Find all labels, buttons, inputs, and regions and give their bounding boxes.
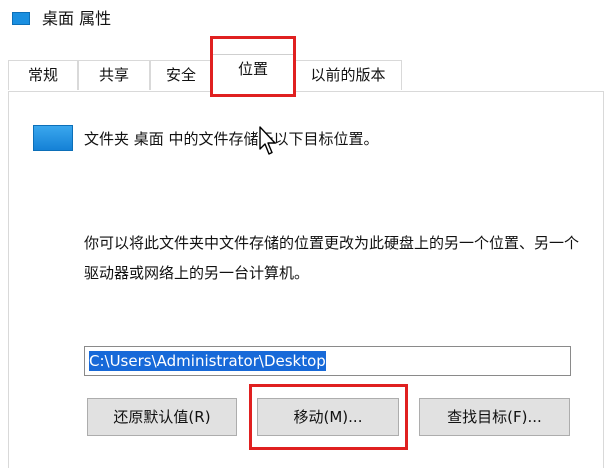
tab-sharing[interactable]: 共享 — [78, 60, 150, 90]
target-path-value: C:\Users\Administrator\Desktop — [89, 351, 326, 371]
tab-general[interactable]: 常规 — [8, 60, 78, 90]
properties-window: 桌面 属性 常规 共享 安全 位置 以前的版本 文件夹 桌面 中的文件存储于以下… — [0, 0, 609, 468]
tab-previous-versions[interactable]: 以前的版本 — [294, 60, 402, 90]
desktop-folder-icon — [12, 12, 30, 25]
desktop-folder-icon — [33, 125, 73, 151]
tab-security[interactable]: 安全 — [150, 60, 212, 90]
location-info-text: 文件夹 桌面 中的文件存储于以下目标位置。 — [84, 130, 379, 148]
mouse-pointer-icon — [259, 126, 276, 155]
find-target-button[interactable]: 查找目标(F)... — [419, 398, 570, 436]
location-description: 你可以将此文件夹中文件存储的位置更改为此硬盘上的另一个位置、另一个驱动器或网络上… — [84, 234, 580, 282]
tab-location[interactable]: 位置 — [212, 54, 294, 92]
tab-bar: 常规 共享 安全 位置 以前的版本 — [0, 52, 609, 92]
restore-default-button[interactable]: 还原默认值(R) — [87, 398, 237, 436]
window-title: 桌面 属性 — [42, 9, 112, 28]
title-bar: 桌面 属性 — [0, 0, 609, 40]
move-button[interactable]: 移动(M)... — [257, 398, 399, 436]
target-path-field[interactable]: C:\Users\Administrator\Desktop — [84, 346, 571, 376]
